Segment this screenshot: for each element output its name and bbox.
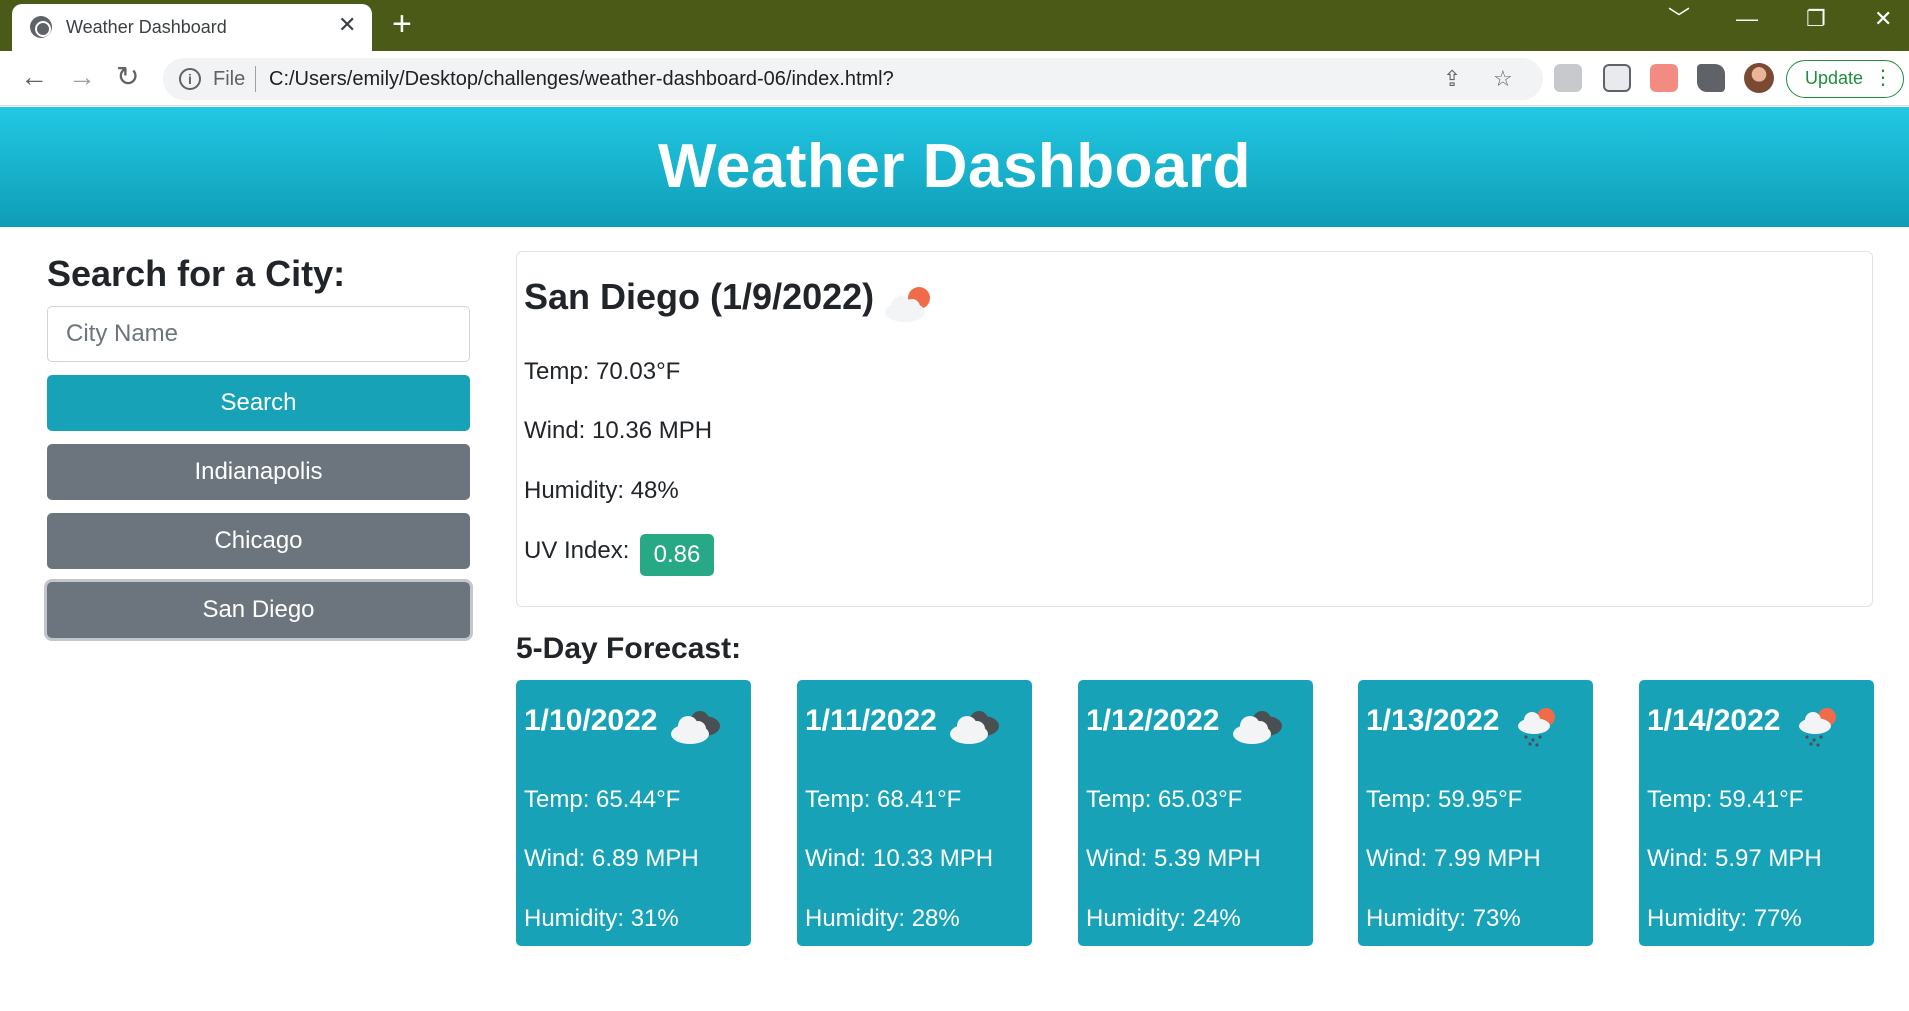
current-city-title: San Diego (1/9/2022)	[524, 276, 875, 317]
forecast-temp: Temp: 59.95°F	[1366, 786, 1523, 813]
forecast-heading: 5-Day Forecast:	[516, 632, 742, 665]
forward-button[interactable]: →	[68, 62, 96, 92]
forecast-card: 1/14/2022 Temp: 59.41°F Wind: 5.97 MPH H…	[1639, 680, 1874, 946]
current-humidity: Humidity: 48%	[524, 477, 679, 504]
page-title: Weather Dashboard	[657, 132, 1252, 201]
broken-clouds-icon	[671, 711, 720, 744]
current-temp: Temp: 70.03°F	[524, 358, 681, 385]
forecast-temp: Temp: 59.41°F	[1647, 786, 1804, 813]
forecast-humidity: Humidity: 73%	[1366, 905, 1521, 932]
uv-index-label: UV Index:	[524, 537, 630, 564]
forecast-temp: Temp: 68.41°F	[805, 786, 962, 813]
globe-icon	[30, 16, 52, 38]
rain-day-icon	[1518, 708, 1555, 747]
browser-toolbar: ← → ↻ i File C:/Users/emily/Desktop/chal…	[0, 51, 1909, 106]
new-tab-button[interactable]: +	[392, 7, 412, 41]
current-wind: Wind: 10.36 MPH	[524, 417, 713, 444]
share-icon[interactable]: ⇪	[1443, 66, 1461, 92]
page-header: Weather Dashboard	[0, 107, 1909, 227]
history-button-chicago[interactable]: Chicago	[47, 513, 470, 569]
forecast-date: 1/12/2022	[1086, 704, 1220, 737]
forecast-date: 1/11/2022	[805, 704, 937, 737]
url-text[interactable]: C:/Users/emily/Desktop/challenges/weathe…	[269, 68, 894, 91]
forecast-date: 1/13/2022	[1366, 704, 1500, 737]
back-button[interactable]: ←	[20, 62, 48, 92]
forecast-temp: Temp: 65.03°F	[1086, 786, 1243, 813]
forecast-date: 1/10/2022	[524, 704, 658, 737]
forecast-card: 1/11/2022 Temp: 68.41°F Wind: 10.33 MPH …	[797, 680, 1032, 946]
forecast-wind: Wind: 10.33 MPH	[805, 845, 994, 872]
update-button[interactable]: Update ⋮	[1786, 60, 1904, 98]
broken-clouds-icon	[1233, 711, 1282, 744]
eyedropper-extension-icon[interactable]	[1603, 64, 1631, 92]
forecast-wind: Wind: 6.89 MPH	[524, 845, 699, 872]
current-weather-card: San Diego (1/9/2022) Temp: 70.03°F Wind:…	[516, 251, 1873, 607]
forecast-wind: Wind: 5.97 MPH	[1647, 845, 1822, 872]
site-info-icon[interactable]: i	[179, 68, 201, 90]
city-search-input[interactable]	[47, 306, 470, 362]
divider	[255, 66, 256, 92]
screencast-extension-icon[interactable]	[1650, 64, 1678, 92]
address-bar[interactable]: i File C:/Users/emily/Desktop/challenges…	[163, 58, 1543, 100]
restore-button[interactable]: ❐	[1806, 8, 1826, 30]
history-button-indianapolis[interactable]: Indianapolis	[47, 444, 470, 500]
rain-day-icon	[1799, 708, 1836, 747]
minimize-button[interactable]: —	[1736, 8, 1758, 30]
forecast-card: 1/12/2022 Temp: 65.03°F Wind: 5.39 MPH H…	[1078, 680, 1313, 946]
search-button[interactable]: Search	[47, 375, 470, 431]
forecast-card: 1/13/2022 Temp: 59.95°F Wind: 7.99 MPH H…	[1358, 680, 1593, 946]
forecast-card: 1/10/2022 Temp: 65.44°F Wind: 6.89 MPH H…	[516, 680, 751, 946]
forecast-humidity: Humidity: 31%	[524, 905, 679, 932]
forecast-humidity: Humidity: 77%	[1647, 905, 1802, 932]
broken-clouds-icon	[950, 711, 999, 744]
tab-close-icon[interactable]: ✕	[338, 14, 356, 36]
forecast-wind: Wind: 5.39 MPH	[1086, 845, 1261, 872]
history-button-san-diego[interactable]: San Diego	[47, 582, 470, 638]
reload-button[interactable]: ↻	[116, 62, 139, 92]
extension-icon[interactable]	[1554, 64, 1582, 92]
tab-title: Weather Dashboard	[66, 17, 227, 37]
forecast-humidity: Humidity: 28%	[805, 905, 960, 932]
browser-tab[interactable]: Weather Dashboard ✕	[12, 4, 372, 51]
profile-avatar[interactable]	[1744, 63, 1774, 93]
url-scheme: File	[213, 68, 246, 90]
uv-index-badge: 0.86	[640, 534, 714, 576]
more-menu-icon[interactable]: ⋮	[1873, 61, 1893, 96]
forecast-wind: Wind: 7.99 MPH	[1366, 845, 1541, 872]
forecast-date: 1/14/2022	[1647, 704, 1781, 737]
close-window-button[interactable]: ✕	[1874, 8, 1892, 30]
tab-search-icon[interactable]: ﹀	[1668, 8, 1690, 30]
search-heading: Search for a City:	[47, 253, 346, 294]
few-clouds-day-icon	[885, 287, 930, 322]
puzzle-extensions-icon[interactable]	[1697, 64, 1725, 92]
forecast-temp: Temp: 65.44°F	[524, 786, 681, 813]
bookmark-star-icon[interactable]: ☆	[1493, 66, 1513, 92]
search-sidebar: Search for a City: Search Indianapolis C…	[47, 250, 470, 638]
browser-tab-bar: Weather Dashboard ✕ + ﹀ — ❐ ✕	[0, 0, 1909, 51]
update-label: Update	[1805, 68, 1864, 88]
forecast-humidity: Humidity: 24%	[1086, 905, 1241, 932]
